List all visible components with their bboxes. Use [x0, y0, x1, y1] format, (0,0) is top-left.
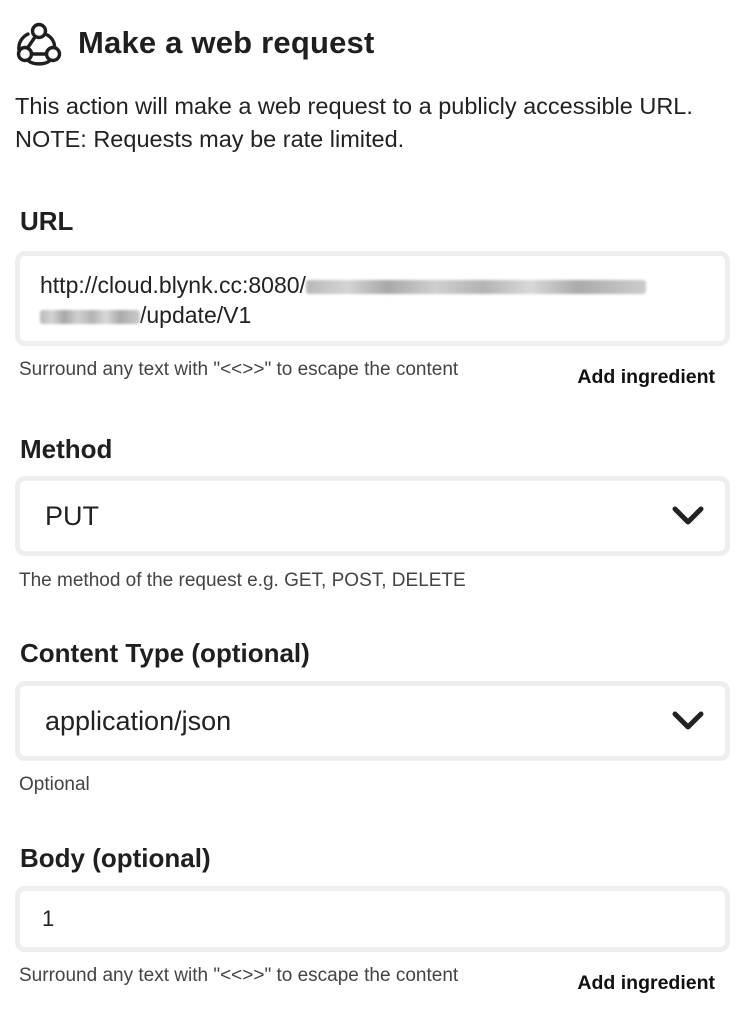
redacted-token-end — [40, 309, 140, 324]
url-add-ingredient-button[interactable]: Add ingredient — [577, 366, 715, 389]
body-input[interactable]: 1 — [15, 886, 730, 952]
method-select[interactable]: PUT — [15, 476, 730, 556]
url-helper-text: Surround any text with "<<>>" to escape … — [19, 359, 459, 380]
method-label: Method — [20, 434, 113, 464]
method-selected-value: PUT — [45, 500, 99, 531]
content-type-select[interactable]: application/json — [15, 681, 730, 761]
description-line-1: This action will make a web request to a… — [15, 93, 693, 119]
webhook-icon — [14, 18, 64, 68]
redacted-token — [305, 279, 646, 294]
body-add-ingredient-button[interactable]: Add ingredient — [577, 972, 715, 995]
page-title: Make a web request — [78, 25, 375, 60]
url-input[interactable]: http://cloud.blynk.cc:8080/ /update/V1 — [15, 251, 730, 346]
url-value-start: http://cloud.blynk.cc:8080/ — [40, 272, 306, 298]
content-type-selected-value: application/json — [45, 705, 232, 736]
chevron-down-icon — [671, 710, 705, 732]
url-label: URL — [20, 206, 74, 236]
body-label: Body (optional) — [20, 843, 211, 873]
body-value: 1 — [42, 906, 55, 931]
action-description: This action will make a web request to a… — [15, 90, 740, 156]
method-helper-text: The method of the request e.g. GET, POST… — [19, 570, 466, 591]
description-line-2: NOTE: Requests may be rate limited. — [15, 126, 405, 152]
chevron-down-icon — [671, 505, 705, 527]
body-helper-text: Surround any text with "<<>>" to escape … — [19, 965, 459, 986]
content-type-label: Content Type (optional) — [20, 638, 310, 668]
url-line-1: http://cloud.blynk.cc:8080/ — [40, 270, 705, 300]
page-header: Make a web request — [14, 18, 375, 68]
url-value-end: /update/V1 — [140, 302, 252, 328]
content-type-helper-text: Optional — [19, 774, 90, 795]
url-line-2: /update/V1 — [40, 300, 705, 330]
